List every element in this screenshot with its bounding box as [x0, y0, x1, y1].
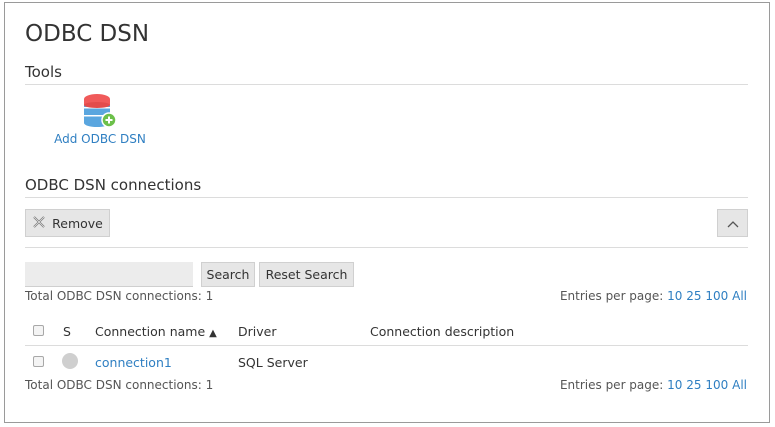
column-driver: Driver: [238, 324, 277, 339]
select-all-checkbox[interactable]: [33, 325, 44, 336]
entries-25[interactable]: 25: [686, 289, 701, 303]
column-connection-name-label: Connection name: [95, 324, 206, 339]
add-odbc-dsn-label: Add ODBC DSN: [54, 132, 146, 146]
divider: [25, 247, 748, 248]
chevron-up-icon: [727, 216, 739, 231]
search-button[interactable]: Search: [201, 262, 255, 287]
database-add-icon: [83, 93, 117, 129]
connections-heading: ODBC DSN connections: [25, 176, 202, 194]
entries-100[interactable]: 100: [705, 378, 728, 392]
pagination-top: Entries per page: 10 25 100 All: [560, 289, 747, 303]
sort-asc-icon: ▲: [209, 328, 217, 339]
divider: [25, 345, 748, 346]
driver-cell: SQL Server: [238, 355, 308, 370]
entries-100[interactable]: 100: [705, 289, 728, 303]
entries-all[interactable]: All: [732, 378, 747, 392]
add-odbc-dsn-tool[interactable]: Add ODBC DSN: [45, 93, 155, 146]
entries-label: Entries per page:: [559, 378, 664, 392]
search-input[interactable]: [25, 262, 193, 287]
page-frame: ODBC DSN Tools Add ODBC DSN ODBC DSN con…: [4, 2, 770, 423]
x-icon: [32, 215, 46, 232]
entries-10[interactable]: 10: [667, 378, 682, 392]
reset-search-button[interactable]: Reset Search: [259, 262, 354, 287]
page-title: ODBC DSN: [25, 21, 150, 47]
divider: [25, 197, 748, 198]
collapse-button[interactable]: [717, 209, 748, 237]
connection-name-link[interactable]: connection1: [95, 355, 172, 371]
entries-10[interactable]: 10: [667, 289, 682, 303]
row-checkbox[interactable]: [33, 356, 44, 367]
total-count-bottom: Total ODBC DSN connections: 1: [25, 378, 214, 392]
column-connection-description: Connection description: [370, 324, 515, 339]
pagination-bottom: Entries per page: 10 25 100 All: [560, 378, 747, 392]
remove-label: Remove: [52, 215, 103, 231]
entries-25[interactable]: 25: [686, 378, 701, 392]
remove-button[interactable]: Remove: [25, 209, 110, 237]
entries-label: Entries per page:: [559, 289, 664, 303]
total-count-top: Total ODBC DSN connections: 1: [25, 289, 214, 303]
entries-all[interactable]: All: [732, 289, 747, 303]
column-connection-name[interactable]: Connection name ▲: [95, 324, 217, 342]
status-dot-icon: [62, 353, 78, 369]
column-status: S: [63, 324, 71, 339]
tools-heading: Tools: [25, 63, 62, 81]
divider: [25, 84, 748, 85]
